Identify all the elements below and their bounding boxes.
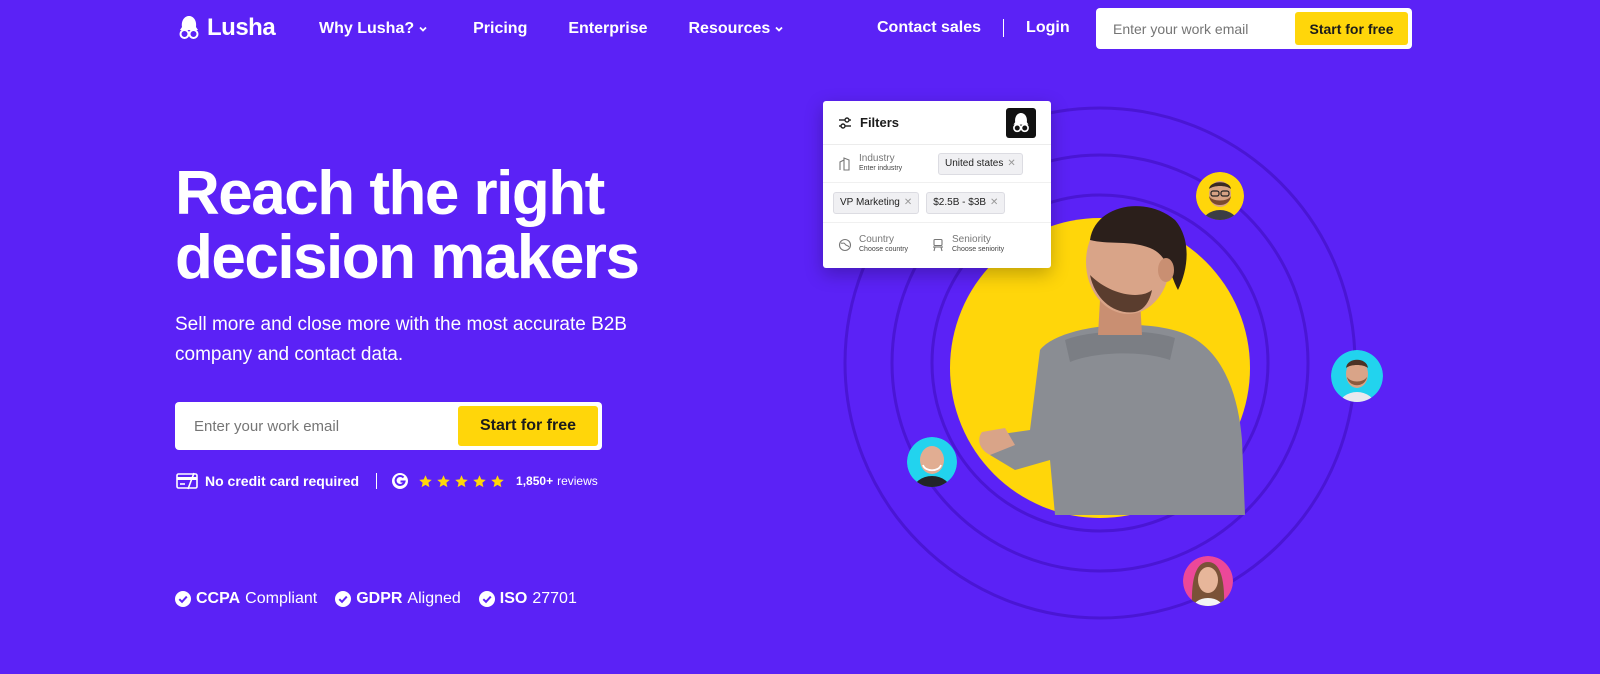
lusha-badge	[1006, 107, 1036, 138]
chair-icon	[933, 238, 943, 252]
avatar-woman	[1183, 556, 1233, 606]
trust-divider	[376, 473, 378, 489]
login-link[interactable]: Login	[1026, 19, 1070, 37]
ccpa-badge: CCPA Compliant	[175, 590, 317, 608]
chip-united-states[interactable]: United states ✕	[938, 152, 1023, 175]
chip-united-states-label: United states	[945, 158, 1004, 169]
chip-revenue-label: $2.5B - $3B	[933, 197, 987, 208]
nav-why-lusha-label: Why Lusha?	[319, 20, 415, 37]
compliance-badges: CCPA Compliant GDPR Aligned ISO 27701	[175, 590, 577, 608]
country-field[interactable]: Country Choose country	[838, 235, 931, 254]
nav-why-lusha[interactable]: Why Lusha?	[319, 20, 428, 38]
filters-row-country-seniority: Country Choose country Seniority Choose …	[823, 223, 1051, 267]
remove-chip-icon[interactable]: ✕	[1007, 158, 1015, 169]
lusha-logo-icon	[179, 16, 199, 39]
nav-signup-form: Start for free	[1096, 8, 1412, 49]
chevron-down-icon	[775, 26, 783, 32]
hero-subtitle-line1: Sell more and close more with the most a…	[175, 314, 627, 335]
iso-text: 27701	[532, 590, 577, 607]
hero-title-line1: Reach the right	[175, 159, 605, 228]
industry-hint: Enter industry	[859, 164, 903, 172]
ccpa-label: CCPA	[196, 590, 241, 607]
hero-subtitle-line2: company and contact data.	[175, 344, 404, 366]
nav-pricing-label: Pricing	[473, 20, 528, 37]
gdpr-badge: GDPR Aligned	[335, 590, 461, 608]
nav-resources[interactable]: Resources	[688, 20, 784, 38]
hero-signup-form: Start for free	[175, 402, 602, 450]
reviews-count[interactable]: 1,850+	[516, 474, 553, 488]
top-nav: Lusha Why Lusha? Pricing Enterprise Reso…	[0, 0, 1600, 60]
ccpa-text: Compliant	[245, 590, 318, 607]
nav-right: Contact sales Login	[877, 19, 1070, 37]
avatar-bearded-man	[1196, 172, 1244, 220]
hero-title: Reach the right decision makers	[175, 162, 735, 290]
check-circle-icon	[175, 591, 191, 607]
star-icon	[437, 474, 450, 487]
no-credit-card-text: No credit card required	[205, 473, 360, 489]
contact-sales-link[interactable]: Contact sales	[877, 19, 981, 37]
building-icon	[839, 156, 850, 171]
seniority-label: Seniority	[952, 234, 991, 246]
avatar-bald-man	[907, 437, 957, 487]
chevron-down-icon	[419, 26, 427, 32]
avatar-man-cyan	[1331, 350, 1383, 402]
gdpr-text: Aligned	[407, 590, 461, 607]
lusha-logo-icon	[1013, 112, 1029, 132]
hero-subtitle: Sell more and close more with the most a…	[175, 310, 735, 371]
nav-pricing[interactable]: Pricing	[473, 20, 527, 38]
globe-icon	[838, 238, 852, 252]
chip-revenue[interactable]: $2.5B - $3B ✕	[926, 191, 1006, 214]
star-icon	[455, 474, 468, 487]
iso-badge: ISO 27701	[478, 590, 577, 608]
remove-chip-icon[interactable]: ✕	[904, 197, 912, 208]
rating-stars	[418, 474, 505, 489]
star-icon	[491, 474, 504, 487]
seniority-field[interactable]: Seniority Choose seniority	[931, 235, 1004, 254]
hero-title-line2: decision makers	[175, 222, 640, 292]
nav-links: Why Lusha? Pricing Enterprise Resources	[319, 20, 784, 38]
nav-divider	[1003, 19, 1005, 37]
country-hint: Choose country	[859, 246, 909, 254]
country-label: Country	[859, 234, 895, 246]
filters-row-chips: VP Marketing ✕ $2.5B - $3B ✕	[823, 183, 1051, 223]
remove-chip-icon[interactable]: ✕	[990, 197, 998, 208]
reviews-label[interactable]: reviews	[557, 474, 598, 488]
star-icon	[419, 474, 432, 487]
filters-row-industry: Industry Enter industry United states ✕	[823, 145, 1051, 183]
gdpr-label: GDPR	[356, 590, 403, 607]
star-icon	[473, 474, 486, 487]
hero-email-input[interactable]	[179, 417, 458, 435]
nav-resources-label: Resources	[688, 20, 771, 37]
filters-header: Filters	[823, 101, 1051, 145]
nav-email-input[interactable]	[1100, 20, 1295, 37]
nav-start-free-button[interactable]: Start for free	[1295, 12, 1408, 45]
hero-start-free-button[interactable]: Start for free	[458, 406, 598, 446]
trust-row: No credit card required 1,850+ reviews	[176, 472, 598, 490]
check-circle-icon	[478, 591, 495, 607]
chip-vp-marketing[interactable]: VP Marketing ✕	[833, 191, 920, 214]
industry-label: Industry	[859, 152, 895, 164]
lusha-logo[interactable]: Lusha	[177, 14, 276, 42]
industry-field[interactable]: Industry Enter industry	[838, 152, 938, 173]
chip-vp-marketing-label: VP Marketing	[840, 197, 900, 208]
check-circle-icon	[335, 591, 352, 607]
credit-card-icon	[176, 472, 198, 490]
nav-enterprise[interactable]: Enterprise	[568, 20, 647, 38]
nav-enterprise-label: Enterprise	[568, 20, 648, 37]
logo-text: Lusha	[207, 14, 276, 41]
iso-label: ISO	[499, 590, 528, 607]
g2-logo-icon	[392, 473, 409, 489]
sliders-icon	[839, 116, 851, 129]
seniority-hint: Choose seniority	[952, 246, 1005, 254]
filters-title: Filters	[860, 115, 900, 130]
filters-card: Filters Industry Enter industry United s…	[823, 101, 1051, 268]
